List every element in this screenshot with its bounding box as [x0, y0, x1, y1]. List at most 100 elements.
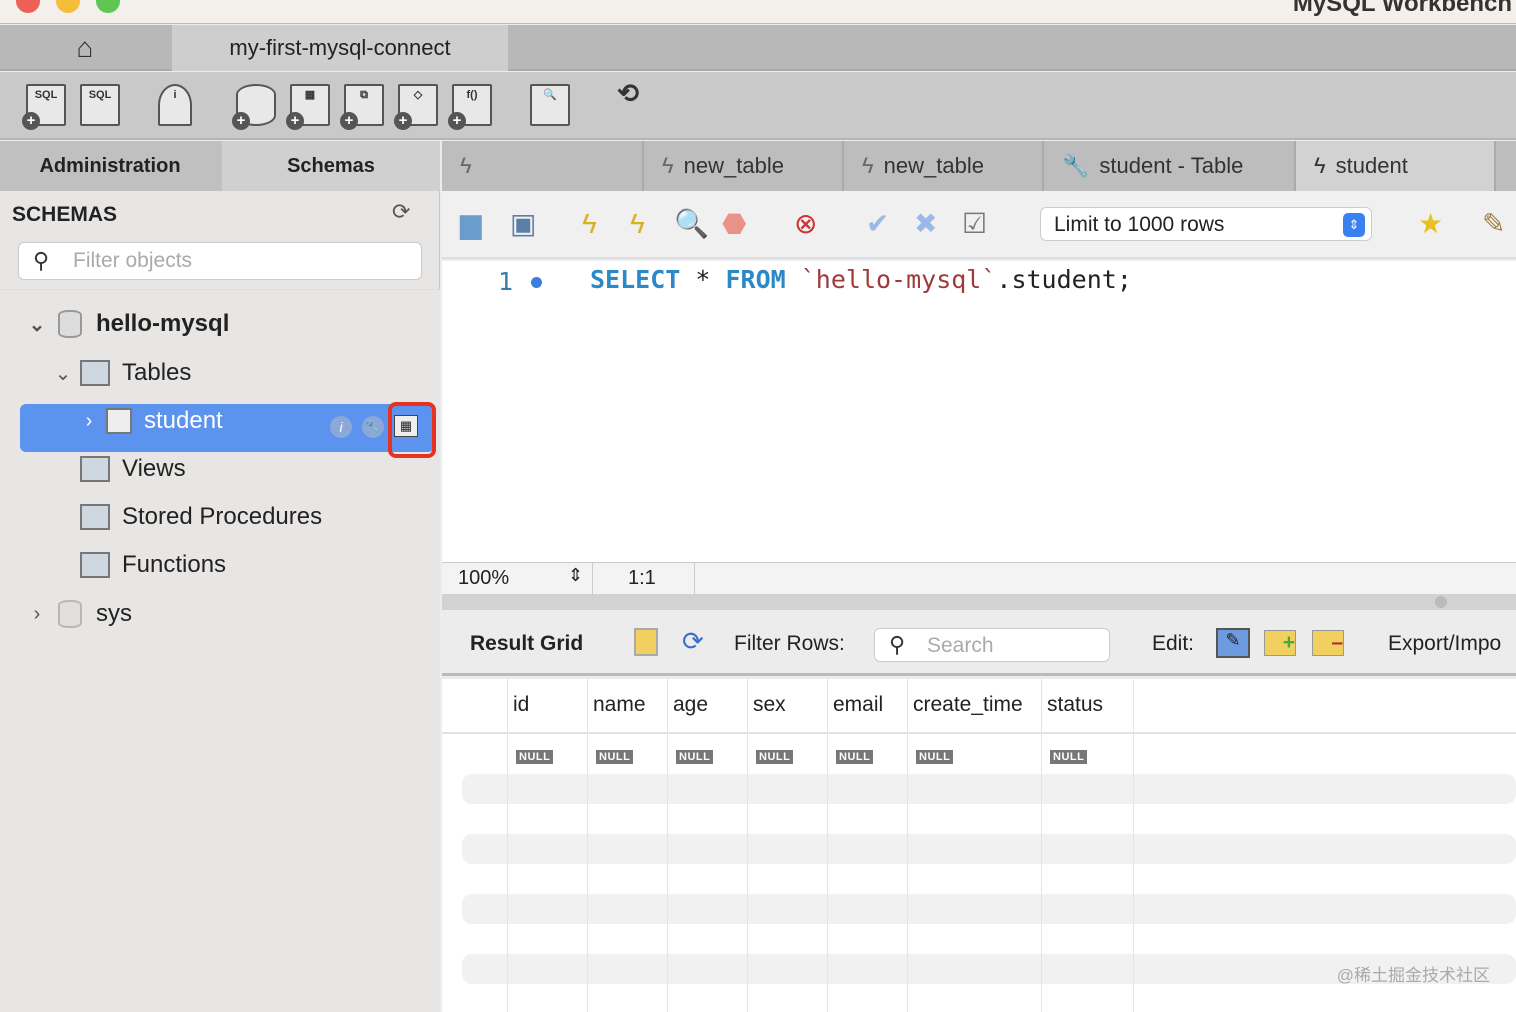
column-header-sex[interactable]: sex: [747, 679, 786, 733]
column-header-name[interactable]: name: [587, 679, 646, 733]
reconnect-icon[interactable]: ⟲: [608, 80, 648, 126]
zoom-level[interactable]: 100%: [458, 567, 509, 590]
create-table-icon[interactable]: ▦ +: [286, 84, 330, 130]
column-header-id[interactable]: id: [507, 679, 529, 733]
open-sql-script-icon[interactable]: SQL: [80, 84, 120, 126]
query-toolbar: ▆ ▣ ϟ ϟ 🔍 ⬣ ⊗ ✔ ✖ ☑ Limit to 1000 rows ⇕ …: [442, 191, 1516, 259]
tab-label: new_table: [683, 153, 784, 178]
export-import-button[interactable]: Export/Impo: [1388, 632, 1501, 656]
query-tab-student-table[interactable]: 🔧 student - Table: [1044, 141, 1296, 191]
new-sql-tab-icon[interactable]: SQL +: [22, 84, 66, 130]
keyword: SELECT: [590, 265, 681, 294]
limit-value: Limit to 1000 rows: [1054, 213, 1225, 236]
zoom-stepper-icon[interactable]: ⇕: [568, 565, 583, 586]
column-header-email[interactable]: email: [827, 679, 883, 733]
panel-splitter[interactable]: [442, 594, 1516, 610]
info-icon[interactable]: i: [330, 416, 352, 438]
tree-schema-hello-mysql[interactable]: ⌄ hello-mysql: [24, 304, 229, 344]
tree-table-student[interactable]: › student: [76, 401, 223, 441]
sql-editor[interactable]: 1 SELECT * FROM `hello-mysql`.student;: [442, 261, 1516, 562]
null-cell[interactable]: NULL: [756, 750, 794, 764]
line-number: 1: [498, 267, 514, 296]
tree-tables[interactable]: ⌄ Tables: [50, 353, 191, 393]
query-tab-student[interactable]: ϟ student: [1296, 141, 1496, 191]
minimize-window-button[interactable]: [56, 0, 80, 13]
null-cell[interactable]: NULL: [916, 750, 954, 764]
procedures-label: Stored Procedures: [122, 503, 323, 530]
refresh-icon[interactable]: ⟳: [392, 199, 410, 225]
add-snippet-icon[interactable]: ★: [1418, 208, 1443, 240]
tree-functions[interactable]: Functions: [80, 545, 226, 585]
window-title: MySQL Workbench: [1292, 0, 1512, 17]
commit-icon[interactable]: ✔: [866, 208, 889, 240]
execute-icon[interactable]: ϟ: [582, 208, 597, 240]
column-header-create-time[interactable]: create_time: [907, 679, 1023, 733]
execute-current-icon[interactable]: ϟ: [630, 208, 645, 240]
refresh-icon[interactable]: ⟳: [682, 626, 704, 657]
filter-rows-search-input[interactable]: ⚲ Search: [874, 628, 1110, 662]
edit-label: Edit:: [1152, 632, 1195, 655]
query-tab[interactable]: ϟ: [442, 141, 644, 191]
search-table-data-icon[interactable]: 🔍: [530, 84, 570, 126]
stop-icon[interactable]: ⬣: [722, 208, 746, 240]
schema-inspector-icon[interactable]: i: [158, 84, 192, 126]
null-cell[interactable]: NULL: [836, 750, 874, 764]
tab-label: student: [1335, 153, 1408, 178]
splitter-handle[interactable]: [1435, 596, 1447, 608]
close-window-button[interactable]: [16, 0, 40, 13]
chevron-right-icon[interactable]: ›: [24, 603, 50, 626]
open-folder-icon[interactable]: ▆: [460, 208, 482, 240]
wrench-icon[interactable]: 🔧: [362, 416, 384, 438]
create-procedure-icon[interactable]: ◇ +: [394, 84, 438, 130]
lightning-icon: ϟ: [862, 153, 874, 178]
create-schema-icon[interactable]: +: [232, 84, 276, 130]
result-toolbar: Result Grid ⟳ Filter Rows: ⚲ Search Edit:…: [442, 610, 1516, 676]
save-icon[interactable]: ▣: [510, 208, 536, 240]
null-cell[interactable]: NULL: [1050, 750, 1088, 764]
query-tab-new-table[interactable]: ϟ new_table: [844, 141, 1044, 191]
create-view-icon[interactable]: ⧉ +: [340, 84, 384, 130]
create-function-icon[interactable]: f() +: [448, 84, 492, 130]
keyword: FROM: [725, 265, 786, 294]
zoom-window-button[interactable]: [96, 0, 120, 13]
tree-stored-procedures[interactable]: Stored Procedures: [80, 497, 322, 537]
operator: *: [680, 265, 726, 294]
tab-administration[interactable]: Administration: [0, 141, 220, 191]
null-cell[interactable]: NULL: [516, 750, 554, 764]
home-icon: ⌂: [76, 32, 94, 63]
null-cell[interactable]: NULL: [676, 750, 714, 764]
column-header-status[interactable]: status: [1041, 679, 1103, 733]
sidebar: SCHEMAS ⟳ ⚲ Filter objects ⌄ hello-mysql ⌄…: [0, 191, 440, 1012]
delete-row-icon[interactable]: –: [1312, 630, 1344, 656]
editor-status-bar: 100% ⇕ 1:1: [442, 562, 1516, 595]
tree-views[interactable]: Views: [80, 449, 186, 489]
rollback-icon[interactable]: ✖: [914, 208, 937, 240]
identifier: .student;: [996, 265, 1132, 294]
tree-schema-sys[interactable]: › sys: [24, 594, 132, 634]
filter-objects-input[interactable]: ⚲ Filter objects: [18, 242, 422, 280]
limit-rows-select[interactable]: Limit to 1000 rows ⇕: [1040, 207, 1372, 241]
stop-on-error-icon[interactable]: ⊗: [794, 208, 817, 240]
search-placeholder: Search: [927, 634, 994, 657]
tables-label: Tables: [122, 359, 192, 386]
explain-icon[interactable]: 🔍: [674, 208, 709, 240]
filter-rows-label: Filter Rows:: [734, 632, 845, 655]
tab-schemas[interactable]: Schemas: [222, 141, 440, 191]
chevron-right-icon[interactable]: ›: [76, 410, 102, 433]
connection-tab[interactable]: my-first-mysql-connect: [172, 25, 508, 71]
functions-label: Functions: [122, 551, 227, 578]
autocommit-icon[interactable]: ☑: [962, 208, 987, 240]
beautify-icon[interactable]: ✎: [1482, 208, 1505, 240]
result-grid-label: Result Grid: [470, 632, 584, 655]
query-tab-new-table[interactable]: ϟ new_table: [644, 141, 844, 191]
add-row-icon[interactable]: +: [1264, 630, 1296, 656]
chevron-down-icon[interactable]: ⌄: [50, 361, 76, 386]
chevron-down-icon[interactable]: ⌄: [24, 312, 50, 337]
database-icon: [58, 310, 82, 338]
column-header-age[interactable]: age: [667, 679, 708, 733]
grid-view-icon[interactable]: [634, 628, 658, 656]
null-cell[interactable]: NULL: [596, 750, 634, 764]
home-tab[interactable]: ⌂: [0, 25, 170, 71]
identifier: `hello-mysql`: [785, 265, 997, 294]
edit-cell-icon[interactable]: ✎: [1216, 628, 1250, 658]
